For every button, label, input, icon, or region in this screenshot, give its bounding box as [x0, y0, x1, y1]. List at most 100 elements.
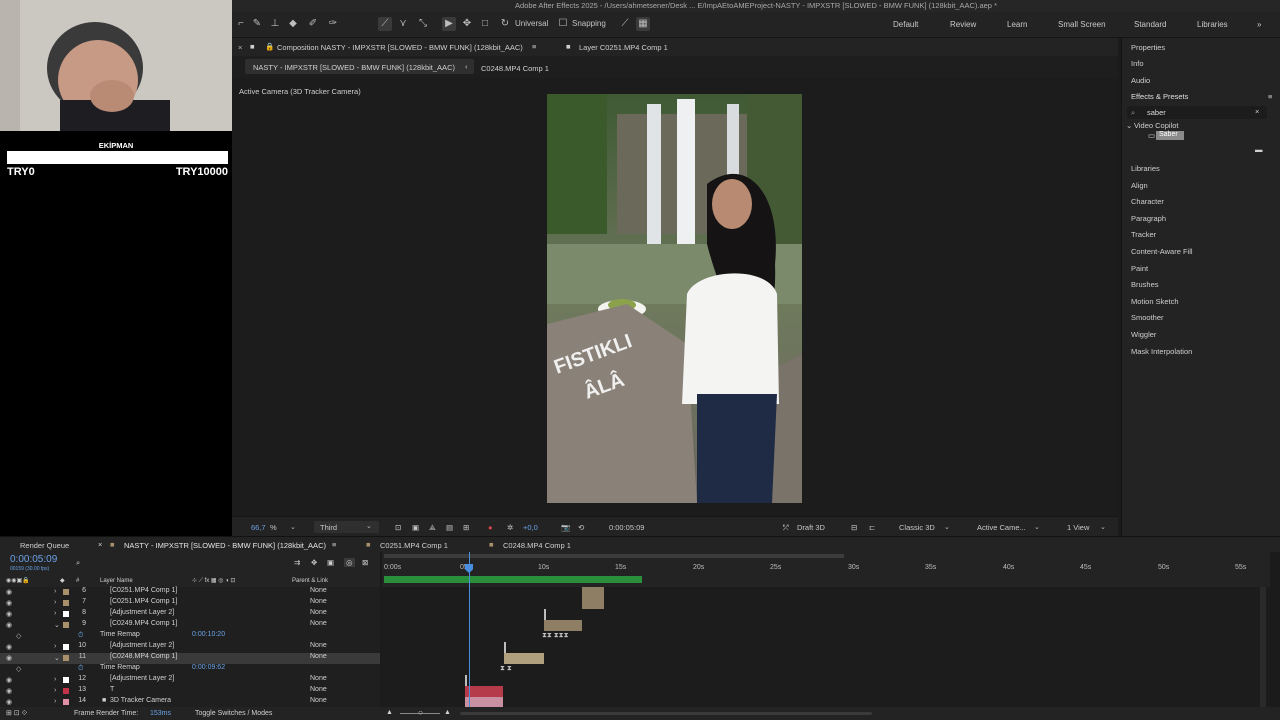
snapshot-icon[interactable]: 📷 [561, 523, 570, 532]
label-color-swatch[interactable] [63, 622, 69, 628]
layer-clip[interactable] [465, 675, 467, 686]
roto-brush-icon[interactable]: ✐ [306, 17, 320, 31]
panel-properties[interactable]: Properties [1131, 43, 1165, 52]
label-color-swatch[interactable] [63, 611, 69, 617]
expand-arrow-icon[interactable]: › [54, 643, 56, 650]
resolution-select[interactable]: Third ⌄ [314, 521, 379, 533]
panel-brushes[interactable]: Brushes [1131, 280, 1159, 289]
breadcrumb-current[interactable]: NASTY - IMPXSTR [SLOWED - BMW FUNK] (128… [245, 59, 474, 74]
effects-category[interactable]: Video Copilot [1134, 121, 1178, 130]
layer-clip[interactable] [544, 620, 582, 631]
panel-info[interactable]: Info [1131, 59, 1144, 68]
workspace-review[interactable]: Review [950, 20, 976, 29]
layer-name[interactable]: [C0248.MP4 Comp 1] [110, 653, 177, 660]
work-area-navigator[interactable] [384, 554, 844, 558]
workspace-more-icon[interactable]: » [1257, 20, 1261, 29]
layer-clip[interactable] [582, 598, 604, 609]
shy-layers-icon[interactable]: ▣ [327, 558, 334, 567]
zoom-slider-thumb-icon[interactable]: ○ [418, 708, 423, 717]
keyframe-nav-icon[interactable]: ◇ [16, 632, 21, 640]
footer-icons[interactable]: ⊞ ⊡ ⟐ [6, 709, 27, 718]
close-tab-icon[interactable]: × [238, 43, 242, 52]
layer-name[interactable]: [C0249.MP4 Comp 1] [110, 620, 177, 627]
tab-c0248[interactable]: C0248.MP4 Comp 1 [503, 541, 571, 550]
composition-tab[interactable]: Composition NASTY - IMPXSTR [SLOWED - BM… [277, 43, 523, 52]
layer-name[interactable]: T [110, 686, 114, 693]
label-color-swatch[interactable] [63, 677, 69, 683]
col-parent[interactable]: Parent & Link [292, 578, 328, 584]
panel-smoother[interactable]: Smoother [1131, 313, 1164, 322]
layer-row[interactable]: ◉ › 10 [Adjustment Layer 2] None [0, 642, 380, 653]
zoom-out-icon[interactable]: ▲ [386, 709, 393, 716]
panel-align[interactable]: Align [1131, 181, 1148, 190]
visibility-eye-icon[interactable]: ◉ [6, 654, 12, 662]
layer-clip[interactable] [544, 609, 546, 620]
tool-edge-icon[interactable]: ⌐ [234, 17, 248, 31]
panel-paragraph[interactable]: Paragraph [1131, 214, 1166, 223]
exposure-icon[interactable]: ✲ [507, 523, 513, 532]
visibility-eye-icon[interactable]: ◉ [6, 621, 12, 629]
panel-paint[interactable]: Paint [1131, 264, 1148, 273]
draft-3d-toggle-icon[interactable]: ✥ [311, 558, 317, 567]
category-chevron-icon[interactable]: ⌄ [1126, 121, 1132, 130]
property-row[interactable]: ◇ ⏱ Time Remap 0:00:10:20 [0, 631, 380, 642]
draft-3d-icon[interactable]: ⤱ [783, 523, 789, 533]
visibility-eye-icon[interactable]: ◉ [6, 643, 12, 651]
camera-chevron-icon[interactable]: ⌄ [1034, 523, 1040, 531]
keyframe-nav-icon[interactable]: ◇ [16, 665, 21, 673]
panel-tracker[interactable]: Tracker [1131, 230, 1156, 239]
property-value[interactable]: 0:00:10:20 [192, 631, 225, 638]
layer-row[interactable]: ◉ ⌄ 9 [C0249.MP4 Comp 1] None [0, 620, 380, 631]
parent-select[interactable]: None [310, 598, 327, 605]
layer-row[interactable]: ◉ › 6 [C0251.MP4 Comp 1] None [0, 587, 380, 598]
keyframes-icon[interactable]: ⧗⧗ ⧗⧗⧗ [542, 632, 569, 640]
workspace-learn[interactable]: Learn [1007, 20, 1027, 29]
parent-select[interactable]: None [310, 620, 327, 627]
layer-clip[interactable] [504, 642, 506, 653]
layer-tab[interactable]: Layer C0251.MP4 Comp 1 [579, 43, 668, 52]
grid-icon[interactable]: ▦ [636, 17, 650, 31]
layer-clip[interactable] [582, 587, 604, 598]
rectangle-tool-icon[interactable]: □ [478, 17, 492, 31]
panel-libraries[interactable]: Libraries [1131, 164, 1160, 173]
tab-c0251[interactable]: C0251.MP4 Comp 1 [380, 541, 448, 550]
timeline-menu-icon[interactable]: ≡ [332, 540, 336, 549]
layer-row[interactable]: ◉ › 8 [Adjustment Layer 2] None [0, 609, 380, 620]
selection-tool-icon[interactable]: ▶ [442, 17, 456, 31]
grid-toggle-icon[interactable]: ⊞ [463, 523, 469, 532]
panel-mask-interpolation[interactable]: Mask Interpolation [1131, 347, 1192, 356]
extended-viewer-icon[interactable]: ⊟ [851, 523, 857, 532]
panel-audio[interactable]: Audio [1131, 76, 1150, 85]
layer-name[interactable]: [C0251.MP4 Comp 1] [110, 587, 177, 594]
layer-row-selected[interactable]: ◉ ⌄ 11 [C0248.MP4 Comp 1] None [0, 653, 380, 664]
layer-clip-selected[interactable] [504, 653, 544, 664]
expand-arrow-icon[interactable]: › [54, 588, 56, 595]
motion-blur-icon[interactable]: ◎ [344, 558, 355, 567]
expand-arrow-icon[interactable]: › [54, 599, 56, 606]
stopwatch-icon[interactable]: ⏱ [78, 665, 83, 673]
collapse-arrow-icon[interactable]: ⌄ [54, 621, 60, 629]
snapping-label[interactable]: Snapping [572, 19, 606, 28]
views-select[interactable]: 1 View [1067, 523, 1089, 532]
puppet-pin-icon[interactable]: ✑ [326, 17, 340, 31]
parent-select[interactable]: None [310, 686, 327, 693]
col-layer-name[interactable]: Layer Name [100, 578, 133, 584]
zoom-in-icon[interactable]: ▲ [444, 709, 451, 716]
keyframes-icon[interactable]: ⧗ ⧗ [500, 665, 512, 673]
layer-row[interactable]: ◉ › 13 T None [0, 686, 380, 697]
expand-arrow-icon[interactable]: › [54, 610, 56, 617]
visibility-eye-icon[interactable]: ◉ [6, 676, 12, 684]
expand-arrow-icon[interactable]: › [54, 676, 56, 683]
transparency-grid-icon[interactable]: ▣ [412, 523, 419, 532]
tab-menu-icon[interactable]: ≡ [532, 42, 536, 51]
layer-clip[interactable] [465, 686, 503, 697]
property-row[interactable]: ◇ ⏱ Time Remap 0:00:09:62 [0, 664, 380, 675]
visibility-eye-icon[interactable]: ◉ [6, 687, 12, 695]
parent-select[interactable]: None [310, 675, 327, 682]
breadcrumb-child[interactable]: C0248.MP4 Comp 1 [481, 64, 549, 73]
vertical-scrollbar[interactable] [1260, 587, 1266, 707]
hand-tool-icon[interactable]: ✥ [460, 17, 474, 31]
effects-menu-icon[interactable]: ≡ [1268, 92, 1272, 101]
current-time[interactable]: 0:00:05:09 [10, 554, 57, 565]
region-icon[interactable]: ⊡ [395, 523, 401, 532]
